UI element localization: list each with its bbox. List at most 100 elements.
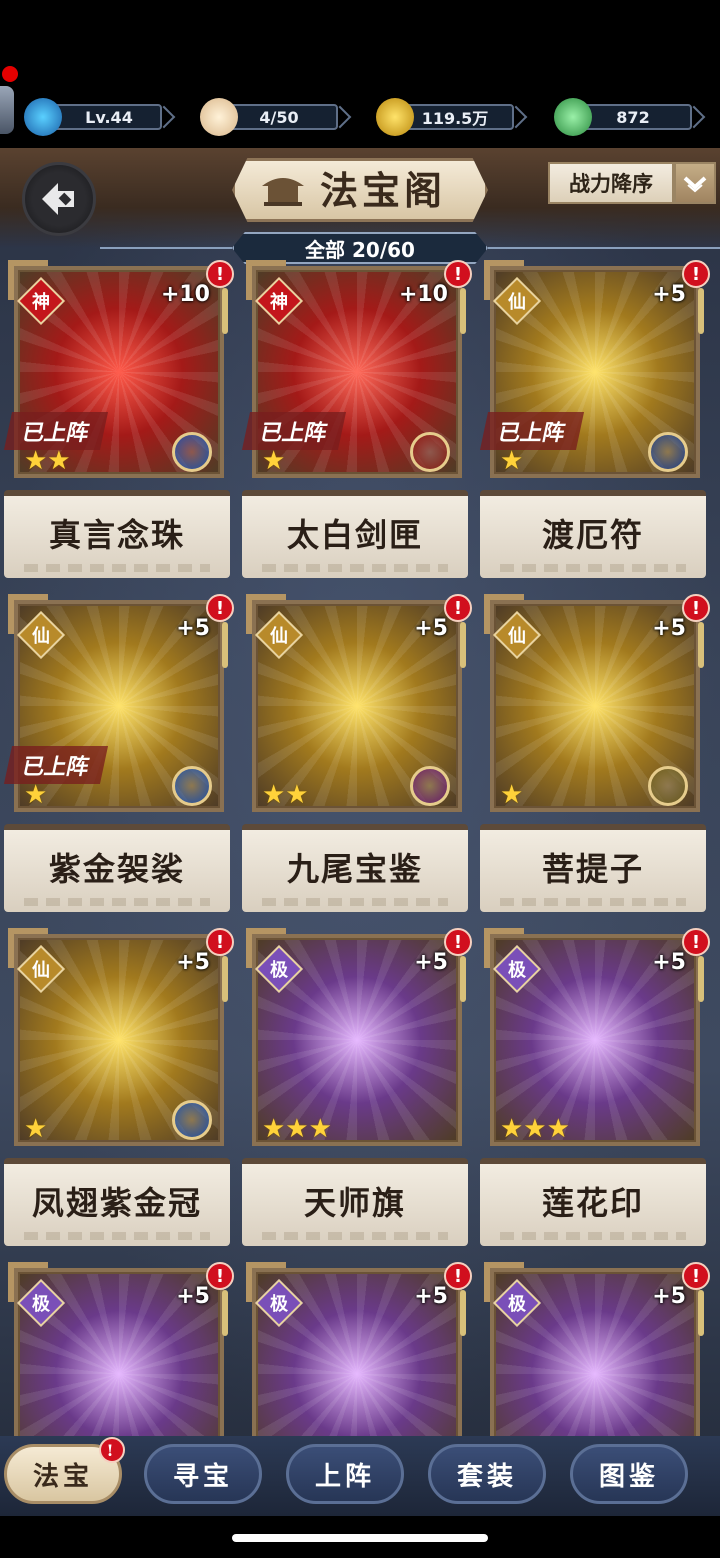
coin-icon — [376, 98, 414, 136]
treasure-card[interactable]: 极 +5 ! ★★★ 天师旗 — [242, 928, 472, 1254]
home-indicator[interactable] — [232, 1534, 488, 1542]
water-icon — [172, 766, 212, 806]
treasure-card[interactable]: 极 +5 ! — [480, 1262, 710, 1458]
enhance-level: +5 — [176, 616, 210, 641]
dragon-icon — [24, 98, 62, 136]
deployed-tag: 已上阵 — [241, 412, 347, 450]
name-plaque: 真言念珠 — [4, 490, 230, 578]
tassel — [460, 622, 466, 668]
stamina-resource[interactable]: 4/50 — [200, 98, 340, 136]
treasure-card[interactable]: 仙 +5 ! ★★ 九尾宝鉴 — [242, 594, 472, 920]
tab-taozhuang[interactable]: 套装 — [428, 1444, 546, 1504]
alert-icon: ! — [206, 594, 234, 622]
stars-text: ★★★ — [500, 1114, 570, 1144]
treasure-name: 天师旗 — [303, 1184, 406, 1222]
stars-text: ★★★ — [262, 1114, 332, 1144]
stars-text: ★ — [262, 446, 286, 476]
level-resource[interactable]: Lv.44 — [24, 98, 164, 136]
back-button[interactable] — [22, 162, 96, 236]
tab-tujian-label: 图鉴 — [598, 1461, 659, 1492]
enhance-level: +5 — [414, 616, 448, 641]
treasure-card[interactable]: 极 +5 ! — [4, 1262, 234, 1458]
stars-text: ★★ — [24, 446, 71, 476]
enhance-level: +5 — [652, 1284, 686, 1309]
alert-icon: ! — [444, 260, 472, 288]
enhance-level: +5 — [652, 282, 686, 307]
enhance-level: +5 — [652, 950, 686, 975]
tassel — [698, 1290, 704, 1336]
tassel — [698, 288, 704, 334]
treasure-card[interactable]: 神 +10 ! 已上阵 ★ 太白剑匣 — [241, 260, 472, 586]
alert-icon: ! — [206, 260, 234, 288]
treasure-card[interactable]: 仙 +5 ! 已上阵 ★ 渡厄符 — [479, 260, 710, 586]
rank-label: 仙 — [508, 292, 526, 313]
enhance-level: +10 — [398, 282, 448, 307]
tab-tujian[interactable]: 图鉴 — [570, 1444, 688, 1504]
rank-label: 极 — [508, 1294, 526, 1315]
rank-label: 神 — [32, 292, 50, 313]
tab-shangzhen[interactable]: 上阵 — [286, 1444, 404, 1504]
tab-fabao-label: 法宝 — [32, 1461, 93, 1492]
star-rating: ★ — [262, 448, 285, 474]
back-arrow-icon — [42, 183, 74, 215]
treasure-card[interactable]: 神 +10 ! 已上阵 ★★ 真言念珠 — [3, 260, 234, 586]
name-plaque: 太白剑匣 — [242, 490, 468, 578]
jade-resource[interactable]: 872 — [554, 98, 694, 136]
bottom-nav: 法宝 ! 寻宝 上阵 套装 图鉴 — [0, 1436, 720, 1516]
treasure-card[interactable]: 极 +5 ! ★★★ 莲花印 — [480, 928, 710, 1254]
deployed-tag: 已上阵 — [3, 746, 109, 784]
alert-icon: ! — [99, 1437, 125, 1463]
tassel — [460, 956, 466, 1002]
rank-label: 极 — [270, 960, 288, 981]
treasure-name: 莲花印 — [541, 1184, 644, 1222]
alert-icon: ! — [206, 928, 234, 956]
alert-icon: ! — [206, 1262, 234, 1290]
star-rating: ★ — [24, 782, 47, 808]
enhance-level: +10 — [160, 282, 210, 307]
tassel — [222, 622, 228, 668]
treasure-name: 紫金袈裟 — [48, 850, 185, 888]
divider-left — [100, 247, 232, 249]
deployed-tag: 已上阵 — [3, 412, 109, 450]
star-rating: ★★★ — [500, 1116, 570, 1142]
bun-icon — [200, 98, 238, 136]
rank-label: 仙 — [508, 626, 526, 647]
deployed-tag: 已上阵 — [479, 412, 585, 450]
alert-icon: ! — [682, 260, 710, 288]
rank-label: 仙 — [32, 960, 50, 981]
sort-label: 战力降序 — [548, 162, 674, 204]
tassel — [698, 956, 704, 1002]
tab-fabao[interactable]: 法宝 ! — [4, 1437, 125, 1504]
tab-xunbao-label: 寻宝 — [172, 1461, 233, 1492]
treasure-name: 渡厄符 — [541, 516, 644, 554]
resource-bar: Lv.44 4/50 119.5万 872 — [0, 96, 720, 142]
thunder-icon — [648, 766, 688, 806]
alert-icon: ! — [444, 928, 472, 956]
star-rating: ★★★ — [262, 1116, 332, 1142]
treasure-name: 太白剑匣 — [286, 516, 423, 554]
treasure-card[interactable]: 极 +5 ! — [242, 1262, 472, 1458]
tab-taozhuang-label: 套装 — [456, 1461, 517, 1492]
tassel — [222, 1290, 228, 1336]
treasure-card[interactable]: 仙 +5 ! ★ 菩提子 — [480, 594, 710, 920]
treasure-card[interactable]: 仙 +5 ! 已上阵 ★ 紫金袈裟 — [3, 594, 234, 920]
rank-label: 神 — [270, 292, 288, 313]
stars-text: ★ — [24, 780, 48, 810]
stars-text: ★ — [500, 446, 524, 476]
rank-label: 极 — [270, 1294, 288, 1315]
coins-resource[interactable]: 119.5万 — [376, 98, 516, 136]
tab-xunbao[interactable]: 寻宝 — [144, 1444, 262, 1504]
stars-text: ★ — [24, 1114, 48, 1144]
treasure-card[interactable]: 仙 +5 ! ★ 凤翅紫金冠 — [4, 928, 234, 1254]
rank-label: 仙 — [270, 626, 288, 647]
sort-dropdown[interactable]: 战力降序 — [548, 162, 718, 204]
rank-label: 极 — [508, 960, 526, 981]
name-plaque: 天师旗 — [242, 1158, 468, 1246]
alert-icon: ! — [682, 928, 710, 956]
chevron-down-icon — [674, 162, 716, 204]
name-plaque: 渡厄符 — [480, 490, 706, 578]
alert-icon: ! — [682, 1262, 710, 1290]
water-icon — [172, 432, 212, 472]
star-rating: ★ — [500, 448, 523, 474]
page-title: 法宝阁 — [320, 168, 447, 213]
